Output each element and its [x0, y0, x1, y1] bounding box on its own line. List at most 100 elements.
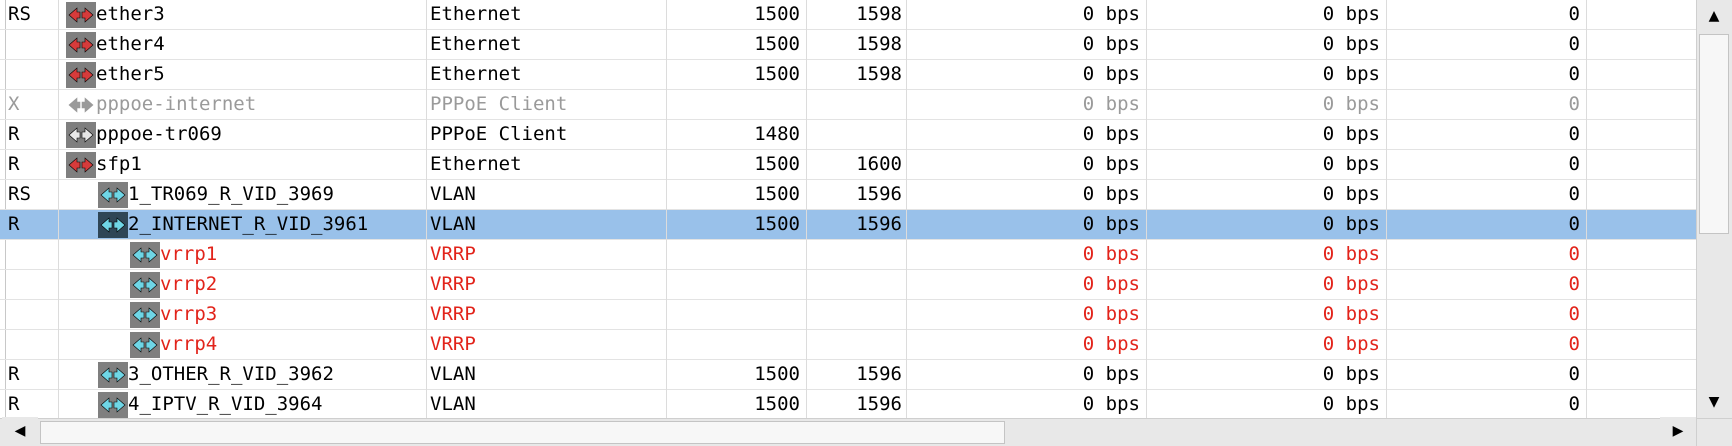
column-divider — [426, 0, 427, 418]
scroll-left-button[interactable]: ◀ — [2, 417, 38, 445]
mtu-cell: 1500 — [754, 33, 800, 55]
table-row[interactable]: RS ether3 Ethernet 1500 1598 0 bps 0 bps 0 — [0, 0, 1696, 30]
column-divider — [58, 0, 59, 418]
packet-count-cell: 0 — [1568, 123, 1580, 145]
table-row[interactable]: vrrp2 VRRP 0 bps 0 bps 0 — [0, 270, 1696, 300]
l2mtu-cell: 1598 — [856, 63, 902, 85]
tx-rate-cell: 0 bps — [1082, 123, 1140, 145]
flags-cell: R — [8, 123, 20, 145]
mtu-cell: 1500 — [754, 363, 800, 385]
tx-rate-cell: 0 bps — [1082, 363, 1140, 385]
packet-count-cell: 0 — [1568, 93, 1580, 115]
rx-rate-cell: 0 bps — [1322, 33, 1380, 55]
mtu-cell: 1500 — [754, 183, 800, 205]
interface-name-cell: pppoe-tr069 — [96, 123, 222, 145]
arrow-up-icon: ▲ — [1708, 8, 1720, 24]
interface-type-cell: VLAN — [430, 183, 476, 205]
interface-type-cell: VRRP — [430, 303, 476, 325]
interface-type-cell: Ethernet — [430, 63, 522, 85]
vertical-scrollbar[interactable]: ▲ ▼ — [1696, 0, 1732, 418]
column-divider — [666, 0, 667, 418]
mtu-cell: 1480 — [754, 123, 800, 145]
rx-rate-cell: 0 bps — [1322, 123, 1380, 145]
flags-cell — [8, 270, 58, 299]
arrow-down-icon: ▼ — [1708, 394, 1720, 410]
table-row[interactable]: X pppoe-internet PPPoE Client 0 bps 0 bps 0 — [0, 90, 1696, 120]
tx-rate-cell: 0 bps — [1082, 63, 1140, 85]
table-row[interactable]: R pppoe-tr069 PPPoE Client 1480 0 bps 0 bps 0 — [0, 120, 1696, 150]
table-row[interactable]: vrrp4 VRRP 0 bps 0 bps 0 — [0, 330, 1696, 360]
flags-cell — [8, 60, 58, 89]
column-divider — [1386, 0, 1387, 418]
table-row[interactable]: ether4 Ethernet 1500 1598 0 bps 0 bps 0 — [0, 30, 1696, 60]
interface-name-cell: ether4 — [96, 33, 165, 55]
interface-name-cell: 3_OTHER_R_VID_3962 — [128, 363, 334, 385]
l2mtu-cell — [807, 90, 902, 119]
table-row[interactable]: RS 1_TR069_R_VID_3969 VLAN 1500 1596 0 bps 0 … — [0, 180, 1696, 210]
rx-rate-cell: 0 bps — [1322, 273, 1380, 295]
mtu-cell: 1500 — [754, 3, 800, 25]
l2mtu-cell: 1596 — [856, 363, 902, 385]
interface-name-cell: vrrp1 — [160, 243, 218, 265]
l2mtu-cell — [807, 330, 902, 359]
ethernet-port-icon — [66, 152, 96, 178]
horizontal-scrollbar[interactable]: ◀ ▶ — [0, 417, 1696, 446]
interface-name-cell: vrrp4 — [160, 333, 218, 355]
rx-rate-cell: 0 bps — [1322, 243, 1380, 265]
table-row[interactable]: R 2_INTERNET_R_VID_3961 VLAN 1500 1596 0 bps… — [0, 210, 1696, 240]
flags-cell: RS — [8, 3, 31, 25]
table-row[interactable]: vrrp3 VRRP 0 bps 0 bps 0 — [0, 300, 1696, 330]
tx-rate-cell: 0 bps — [1082, 33, 1140, 55]
interface-name-cell: ether5 — [96, 63, 165, 85]
l2mtu-cell: 1598 — [856, 33, 902, 55]
interface-name-cell: 1_TR069_R_VID_3969 — [128, 183, 334, 205]
flags-cell: R — [8, 363, 20, 385]
table-row[interactable]: R 3_OTHER_R_VID_3962 VLAN 1500 1596 0 bps 0 b… — [0, 360, 1696, 390]
mtu-cell — [670, 90, 800, 119]
packet-count-cell: 0 — [1568, 153, 1580, 175]
packet-count-cell: 0 — [1568, 393, 1580, 415]
horizontal-scroll-thumb[interactable] — [40, 421, 1005, 444]
flags-cell — [8, 30, 58, 59]
interface-type-cell: VRRP — [430, 273, 476, 295]
tx-rate-cell: 0 bps — [1082, 303, 1140, 325]
flags-cell — [8, 330, 58, 359]
mtu-cell — [670, 330, 800, 359]
table-row[interactable]: vrrp1 VRRP 0 bps 0 bps 0 — [0, 240, 1696, 270]
l2mtu-cell: 1600 — [856, 153, 902, 175]
packet-count-cell: 0 — [1568, 63, 1580, 85]
interface-list-window: RS ether3 Ethernet 1500 1598 0 bps 0 bps 0 eth… — [0, 0, 1732, 446]
ethernet-port-icon — [66, 62, 96, 88]
table-row[interactable]: R 4_IPTV_R_VID_3964 VLAN 1500 1596 0 bps 0 bp… — [0, 390, 1696, 418]
rx-rate-cell: 0 bps — [1322, 183, 1380, 205]
interface-type-cell: PPPoE Client — [430, 123, 568, 145]
vrrp-icon — [130, 332, 160, 358]
l2mtu-cell — [807, 270, 902, 299]
interface-type-cell: VRRP — [430, 333, 476, 355]
rx-rate-cell: 0 bps — [1322, 363, 1380, 385]
interface-name-cell: 2_INTERNET_R_VID_3961 — [128, 213, 369, 235]
table-row[interactable]: R sfp1 Ethernet 1500 1600 0 bps 0 bps 0 — [0, 150, 1696, 180]
interface-type-cell: VRRP — [430, 243, 476, 265]
scroll-down-button[interactable]: ▼ — [1697, 386, 1731, 418]
interface-type-cell: Ethernet — [430, 33, 522, 55]
mtu-cell: 1500 — [754, 393, 800, 415]
scroll-right-button[interactable]: ▶ — [1660, 417, 1696, 445]
flags-cell: R — [8, 153, 20, 175]
table-body: RS ether3 Ethernet 1500 1598 0 bps 0 bps 0 eth… — [0, 0, 1696, 418]
flags-cell — [8, 240, 58, 269]
packet-count-cell: 0 — [1568, 303, 1580, 325]
vrrp-icon — [130, 272, 160, 298]
scroll-up-button[interactable]: ▲ — [1697, 0, 1731, 32]
column-divider — [1146, 0, 1147, 418]
tx-rate-cell: 0 bps — [1082, 3, 1140, 25]
mtu-cell: 1500 — [754, 213, 800, 235]
l2mtu-cell: 1596 — [856, 213, 902, 235]
interface-table: RS ether3 Ethernet 1500 1598 0 bps 0 bps 0 eth… — [0, 0, 1696, 418]
table-row[interactable]: ether5 Ethernet 1500 1598 0 bps 0 bps 0 — [0, 60, 1696, 90]
arrow-right-icon: ▶ — [1672, 423, 1684, 439]
vertical-scroll-thumb[interactable] — [1699, 34, 1729, 234]
vlan-icon — [98, 392, 128, 418]
rx-rate-cell: 0 bps — [1322, 303, 1380, 325]
interface-type-cell: VLAN — [430, 363, 476, 385]
